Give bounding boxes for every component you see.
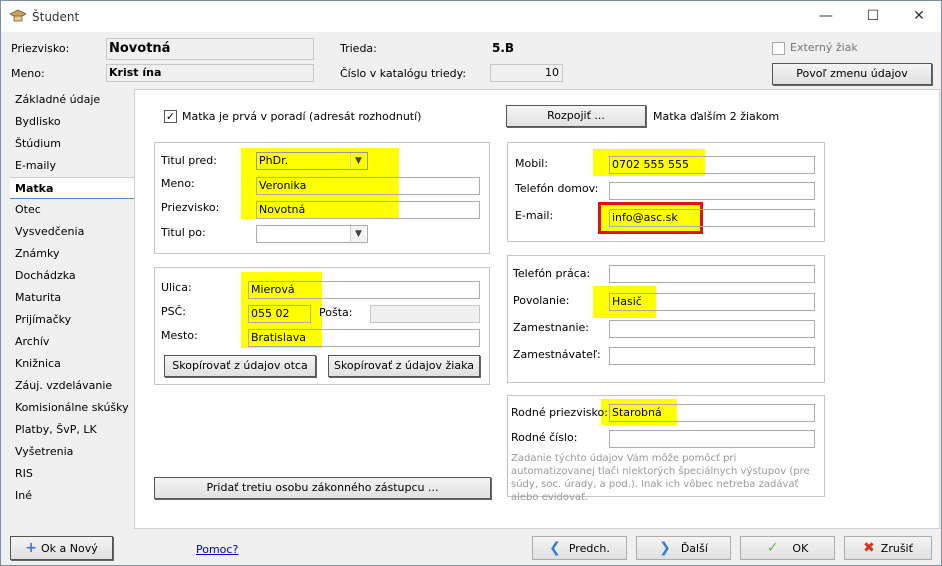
sidebar-item-studium[interactable]: Štúdium: [10, 133, 134, 155]
titul-po-select[interactable]: ▼: [256, 225, 368, 243]
psc-field[interactable]: 055 02: [248, 305, 311, 323]
email-field[interactable]: info@asc.sk: [609, 209, 815, 227]
ok-a-novy-label: Ok a Nový: [40, 542, 98, 555]
povolanie-field[interactable]: Hasič: [609, 293, 815, 311]
close-button[interactable]: ✕: [896, 1, 942, 32]
trieda-label: Trieda:: [340, 42, 377, 55]
meno-label: Meno:: [161, 177, 195, 190]
sidebar-item-bydlisko[interactable]: Bydlisko: [10, 111, 134, 133]
sidebar-item-zauj-vzdelavanie[interactable]: Záuj. vzdelávanie: [10, 375, 134, 397]
sidebar-item-ris[interactable]: RIS: [10, 463, 134, 485]
sidebar-item-kniznica[interactable]: Knižnica: [10, 353, 134, 375]
zrusit-label: Zrušiť: [880, 542, 913, 555]
sidebar-item-ine[interactable]: Iné: [10, 485, 134, 507]
sidebar-item-komisionalne-skusky[interactable]: Komisionálne skúšky: [10, 397, 134, 419]
mobil-label: Mobil:: [515, 157, 549, 170]
sidebar-item-dochadzka[interactable]: Dochádzka: [10, 265, 134, 287]
pridat-tretiu-osobu-button[interactable]: Pridať tretiu osobu zákonného zástupcu .…: [154, 477, 491, 499]
close-red-icon: ✖: [863, 540, 875, 556]
sidebar-item-archiv[interactable]: Archív: [10, 331, 134, 353]
chevron-down-icon: ▼: [350, 226, 366, 242]
rozpojit-note: Matka ďalším 2 žiakom: [653, 110, 780, 123]
telefon-domov-label: Telefón domov:: [515, 182, 599, 195]
externy-checkbox[interactable]: [772, 42, 785, 55]
mesto-field[interactable]: Bratislava: [248, 329, 480, 347]
sidebar-item-matka[interactable]: Matka: [10, 177, 134, 199]
chevron-down-icon: ▼: [350, 153, 366, 169]
kopirovat-ziaka-button[interactable]: Skopírovať z údajov žiaka: [328, 355, 480, 377]
titul-pred-value: PhDr.: [259, 154, 289, 167]
rozpojit-button[interactable]: Rozpojiť ...: [506, 105, 646, 127]
telefon-domov-field[interactable]: [609, 182, 815, 200]
kopirovat-otca-button[interactable]: Skopírovať z údajov otca: [164, 355, 316, 377]
povol-zmenu-button[interactable]: Povoľ zmenu údajov: [772, 63, 932, 85]
priezvisko-label: Priezvisko:: [161, 201, 220, 214]
meno-field[interactable]: Veronika: [256, 177, 480, 195]
sidebar-item-emaily[interactable]: E-maily: [10, 155, 134, 177]
mobil-field[interactable]: 0702 555 555: [609, 156, 815, 174]
arrow-left-icon: ❮: [549, 540, 561, 556]
prva-v-poradi-label: Matka je prvá v poradí (adresát rozhodnu…: [182, 110, 422, 123]
student-window: Študent — ☐ ✕ Priezvisko: Novotná Meno: …: [0, 0, 942, 566]
plus-icon: +: [25, 540, 37, 556]
maximize-button[interactable]: ☐: [850, 1, 896, 32]
header-priezvisko-label: Priezvisko:: [11, 42, 70, 55]
priezvisko-field[interactable]: Novotná: [256, 201, 480, 219]
ok-label: OK: [792, 542, 809, 555]
rodne-priezvisko-field[interactable]: Starobná: [609, 404, 815, 422]
zamestnavatel-field[interactable]: [609, 347, 815, 365]
zamestnanie-label: Zamestnanie:: [513, 321, 590, 334]
rodne-priezvisko-label: Rodné priezvisko:: [511, 406, 608, 419]
sidebar-item-vysvedcenia[interactable]: Vysvedčenia: [10, 221, 134, 243]
dalsi-label: Ďalší: [680, 542, 708, 555]
predch-label: Predch.: [568, 542, 610, 555]
header-meno-label: Meno:: [11, 67, 45, 80]
externy-label: Externý žiak: [790, 41, 858, 54]
titul-pred-label: Titul pred:: [161, 154, 217, 167]
ulica-label: Ulica:: [161, 281, 192, 294]
sidebar-item-otec[interactable]: Otec: [10, 199, 134, 221]
sidebar-item-platby[interactable]: Platby, ŠvP, LK: [10, 419, 134, 441]
ok-button[interactable]: ✓ OK: [740, 536, 835, 560]
posta-label: Pošta:: [319, 306, 353, 319]
info-note: Zadanie týchto údajov Vám môže pomôcť pr…: [511, 453, 810, 503]
arrow-right-icon: ❯: [659, 540, 671, 556]
telefon-praca-field[interactable]: [609, 265, 815, 283]
header-meno-field: Krist ína: [106, 64, 314, 82]
trieda-value: 5.B: [492, 41, 515, 55]
predch-button[interactable]: ❮ Predch.: [532, 536, 627, 560]
sidebar-item-znamky[interactable]: Známky: [10, 243, 134, 265]
sidebar-item-vysetrenia[interactable]: Vyšetrenia: [10, 441, 134, 463]
cislo-field: 10: [490, 64, 563, 82]
cislo-label: Číslo v katalógu triedy:: [340, 67, 467, 80]
student-cap-icon: [9, 9, 27, 23]
zrusit-button[interactable]: ✖ Zrušiť: [844, 536, 932, 560]
sidebar-item-maturita[interactable]: Maturita: [10, 287, 134, 309]
telefon-praca-label: Telefón práca:: [513, 267, 591, 280]
titul-pred-select[interactable]: PhDr. ▼: [256, 152, 368, 170]
header-priezvisko-field: Novotná: [106, 38, 314, 60]
povolanie-label: Povolanie:: [513, 294, 570, 307]
rodne-cislo-field[interactable]: [609, 430, 815, 448]
dalsi-button[interactable]: ❯ Ďalší: [636, 536, 731, 560]
title-bar: Študent — ☐ ✕: [1, 1, 941, 32]
mesto-label: Mesto:: [161, 329, 198, 342]
posta-field: [370, 305, 480, 323]
minimize-button[interactable]: —: [803, 1, 849, 32]
zamestnanie-field[interactable]: [609, 320, 815, 338]
psc-label: PSČ:: [161, 305, 187, 318]
sidebar-item-prijimacky[interactable]: Prijímačky: [10, 309, 134, 331]
zamestnavatel-label: Zamestnávateľ:: [513, 348, 601, 361]
window-title: Študent: [32, 10, 80, 24]
ok-a-novy-button[interactable]: + Ok a Nový: [10, 536, 113, 560]
sidebar-item-zakladne-udaje[interactable]: Základné údaje: [10, 89, 134, 111]
checkmark-icon: ✓: [766, 540, 779, 556]
email-label: E-mail:: [515, 209, 554, 222]
prva-v-poradi-checkbox[interactable]: ✓: [164, 110, 177, 123]
titul-po-label: Titul po:: [161, 226, 206, 239]
ulica-field[interactable]: Mierová: [248, 281, 480, 299]
rodne-cislo-label: Rodné číslo:: [511, 431, 578, 444]
sidebar: Základné údaje Bydlisko Štúdium E-maily …: [1, 89, 135, 529]
pomoc-link[interactable]: Pomoc?: [196, 543, 238, 557]
